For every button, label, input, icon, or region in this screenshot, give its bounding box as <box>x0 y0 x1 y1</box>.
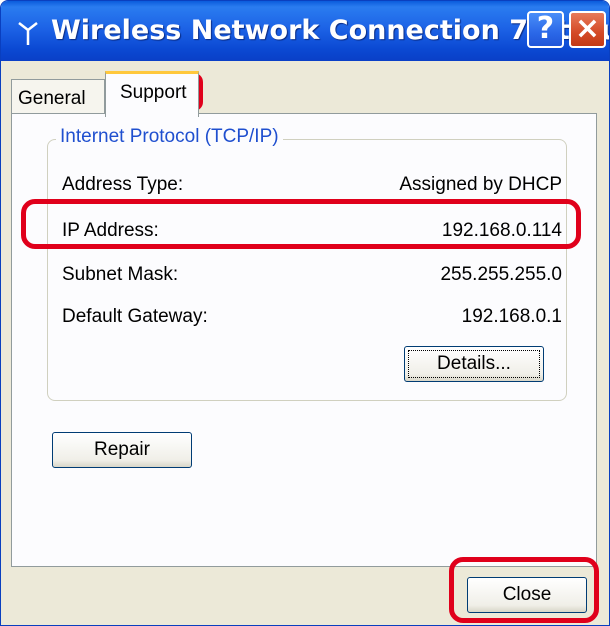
default-gateway-value: 192.168.0.1 <box>461 306 562 327</box>
help-button[interactable]: ? <box>527 11 564 48</box>
address-type-label: Address Type: <box>62 174 184 195</box>
repair-button[interactable]: Repair <box>52 432 192 468</box>
ip-address-value: 192.168.0.114 <box>441 220 562 241</box>
close-button[interactable]: Close <box>467 577 587 613</box>
details-button[interactable]: Details... <box>404 346 544 382</box>
ip-address-label: IP Address: <box>62 220 159 241</box>
subnet-mask-value: 255.255.255.0 <box>440 264 562 285</box>
tab-general[interactable]: General <box>11 79 105 115</box>
address-type-value: Assigned by DHCP <box>399 174 562 195</box>
focus-rect <box>408 350 540 378</box>
group-title: Internet Protocol (TCP/IP) <box>56 126 283 148</box>
tab-support[interactable]: Support <box>105 71 199 117</box>
tab-panel: Internet Protocol (TCP/IP) Address Type:… <box>11 113 597 567</box>
default-gateway-label: Default Gateway: <box>62 306 208 327</box>
tab-strip: General Support <box>1 61 609 117</box>
close-window-button[interactable]: × <box>569 11 606 48</box>
repair-button-label: Repair <box>94 439 150 460</box>
dialog-window: Wireless Network Connection 7 Status ? ×… <box>0 0 610 626</box>
wireless-antenna-icon <box>18 22 38 45</box>
subnet-mask-label: Subnet Mask: <box>62 264 179 285</box>
close-button-label: Close <box>502 584 552 605</box>
title-bar[interactable]: Wireless Network Connection 7 Status ? × <box>1 1 609 61</box>
